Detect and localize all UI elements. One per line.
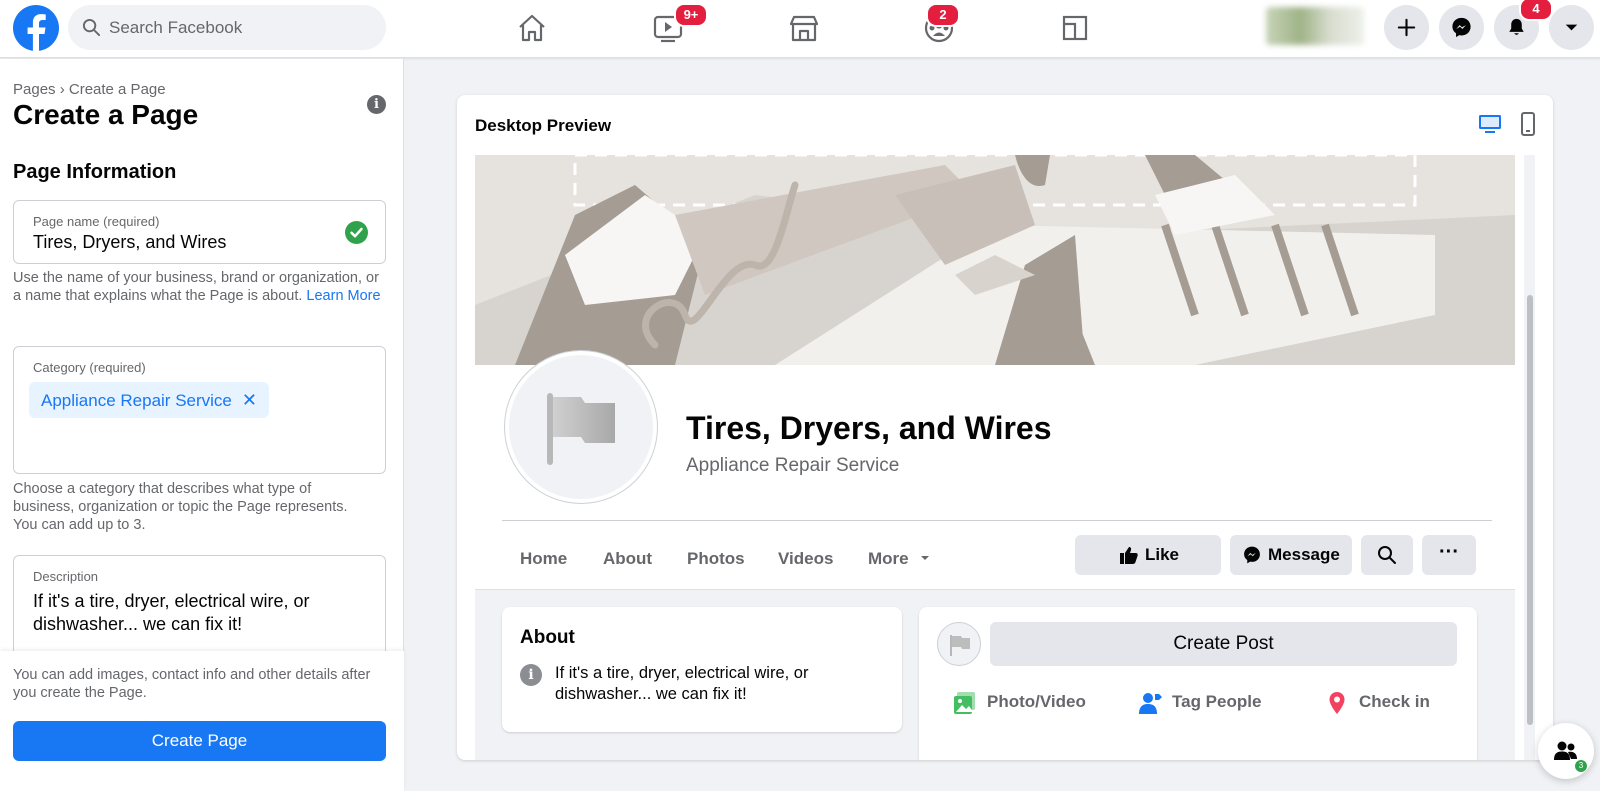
search-placeholder: Search Facebook <box>109 18 243 37</box>
page-name-label: Page name (required) <box>33 214 160 229</box>
preview-scrollbar-thumb[interactable] <box>1527 295 1533 725</box>
photo-icon <box>954 692 975 714</box>
category-label: Category (required) <box>33 360 146 375</box>
desktop-view-icon[interactable] <box>1477 111 1503 137</box>
messenger-icon <box>1244 546 1260 564</box>
messenger-button[interactable] <box>1439 5 1484 50</box>
info-icon[interactable]: i <box>367 95 386 114</box>
bottom-note: You can add images, contact info and oth… <box>13 667 371 701</box>
account-menu-button[interactable] <box>1549 5 1594 50</box>
cover-illustration <box>475 155 1515 365</box>
groups-badge: 2 <box>926 3 960 27</box>
page-name-help: Use the name of your business, brand or … <box>13 269 388 305</box>
check-in-label: Check in <box>1359 692 1430 711</box>
page-name-field[interactable]: Page name (required) Tires, Dryers, and … <box>13 200 386 264</box>
create-page-button[interactable]: Create Page <box>13 721 386 761</box>
divider <box>502 520 1492 521</box>
notifications-badge: 4 <box>1519 0 1553 21</box>
preview-tab-more-label: More <box>868 549 909 568</box>
profile-shortcut[interactable] <box>1266 7 1364 45</box>
category-chip: Appliance Repair Service ✕ <box>29 382 269 418</box>
learn-more-link[interactable]: Learn More <box>306 288 380 304</box>
people-icon <box>1554 741 1577 760</box>
messenger-icon <box>1452 17 1471 38</box>
desktop-preview-card: Desktop Preview Tires, Dryers, and Wires… <box>457 95 1553 760</box>
like-button[interactable]: Like <box>1075 535 1221 575</box>
page-title: Create a Page <box>13 99 199 130</box>
description-label: Description <box>33 569 99 584</box>
preview-category: Appliance Repair Service <box>686 455 900 476</box>
about-card: About i If it's a tire, dryer, electrica… <box>502 607 902 732</box>
post-avatar <box>937 622 981 666</box>
preview-feed: About i If it's a tire, dryer, electrica… <box>475 589 1515 760</box>
preview-page-name: Tires, Dryers, and Wires <box>686 410 1052 446</box>
location-pin-icon <box>1329 692 1345 714</box>
preview-tab-more[interactable]: More <box>868 549 931 569</box>
caret-down-icon <box>921 556 930 560</box>
flag-icon <box>950 635 970 656</box>
ellipsis-icon: ··· <box>1439 541 1459 563</box>
page-name-value[interactable]: Tires, Dryers, and Wires <box>33 232 226 253</box>
thumbs-up-icon <box>1120 547 1138 564</box>
tag-people-label: Tag People <box>1172 692 1262 711</box>
search-icon <box>82 18 101 37</box>
section-title: Page Information <box>13 161 177 183</box>
about-description: If it's a tire, dryer, electrical wire, … <box>555 664 809 703</box>
preview-tab-videos[interactable]: Videos <box>778 549 833 569</box>
gaming-nav-icon[interactable] <box>1055 8 1095 48</box>
caret-down-icon <box>1565 24 1578 31</box>
search-input[interactable]: Search Facebook <box>68 5 386 50</box>
page-preview: Tires, Dryers, and Wires Appliance Repai… <box>475 155 1535 760</box>
preview-tab-home[interactable]: Home <box>520 549 567 569</box>
category-help: Choose a category that describes what ty… <box>13 481 348 533</box>
preview-tab-photos[interactable]: Photos <box>687 549 745 569</box>
preview-title: Desktop Preview <box>475 116 612 135</box>
category-chip-label: Appliance Repair Service <box>41 391 232 410</box>
profile-picture-placeholder <box>505 351 657 503</box>
remove-category-icon[interactable]: ✕ <box>242 390 257 410</box>
bottom-action-area: You can add images, contact info and oth… <box>0 651 404 791</box>
top-navigation-bar: Search Facebook 9+ 2 4 <box>0 0 1600 58</box>
info-icon: i <box>520 664 542 686</box>
message-label: Message <box>1268 545 1340 564</box>
create-post-card: Create Post Photo/Video Tag People Check… <box>919 607 1477 760</box>
plus-icon <box>1397 18 1416 37</box>
search-icon <box>1378 546 1396 564</box>
create-page-panel: Pages › Create a Page Create a Page i Pa… <box>0 59 404 791</box>
flag-icon <box>547 393 615 465</box>
contacts-badge: 3 <box>1575 760 1587 772</box>
photo-video-label: Photo/Video <box>987 692 1086 711</box>
breadcrumb[interactable]: Pages › Create a Page <box>13 81 166 98</box>
description-value[interactable]: If it's a tire, dryer, electrical wire, … <box>33 590 363 636</box>
category-field[interactable]: Category (required) Appliance Repair Ser… <box>13 346 386 474</box>
watch-badge: 9+ <box>674 3 708 27</box>
contacts-button[interactable]: 3 <box>1538 723 1594 779</box>
create-post-button[interactable]: Create Post <box>990 622 1457 666</box>
create-button[interactable] <box>1384 5 1429 50</box>
like-label: Like <box>1145 545 1180 564</box>
about-title: About <box>520 627 575 648</box>
preview-scrollbar[interactable] <box>1524 155 1535 760</box>
home-nav-icon[interactable] <box>512 8 552 48</box>
checkmark-icon <box>345 221 368 244</box>
more-options-button[interactable]: ··· <box>1422 535 1476 575</box>
message-button[interactable]: Message <box>1230 535 1352 575</box>
facebook-logo-icon[interactable] <box>13 5 59 52</box>
marketplace-nav-icon[interactable] <box>784 8 824 48</box>
preview-tab-about[interactable]: About <box>603 549 652 569</box>
mobile-view-icon[interactable] <box>1515 111 1541 137</box>
preview-search-button[interactable] <box>1361 535 1413 575</box>
tag-people-icon <box>1139 693 1162 714</box>
